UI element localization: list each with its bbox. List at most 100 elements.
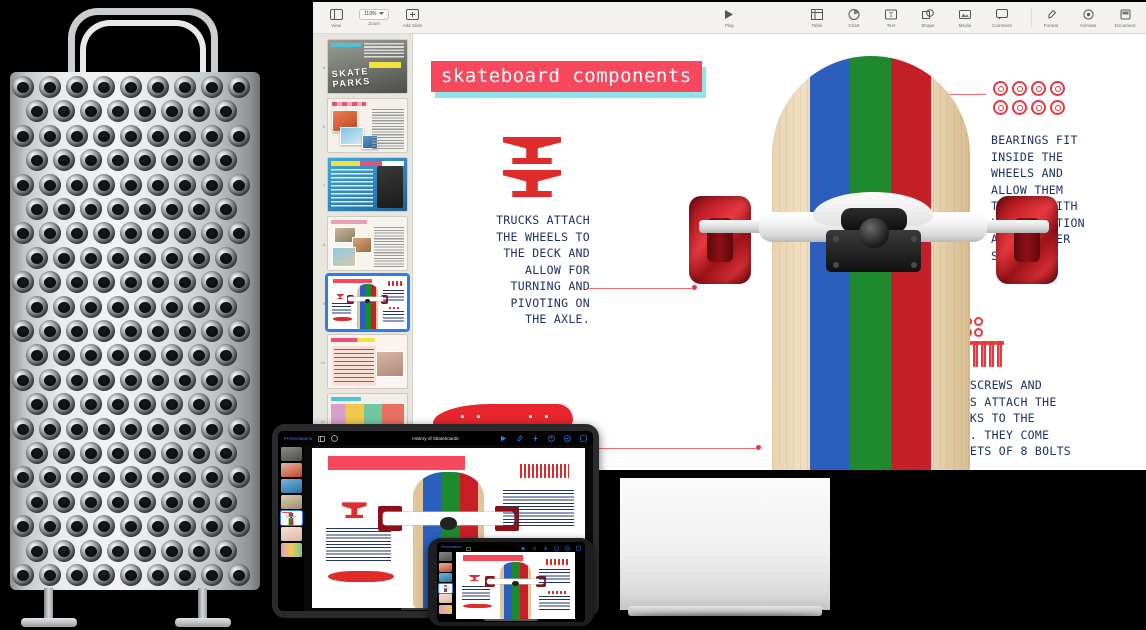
- sidebar-item-slide-5[interactable]: SKATE PARKS: [326, 39, 408, 94]
- ipad-play-icon[interactable]: [500, 431, 507, 447]
- slide-thumbnail-row[interactable]: 6: [319, 98, 408, 153]
- mac-pro-base-right: [175, 618, 231, 627]
- iphone-thumb[interactable]: [439, 604, 452, 614]
- thumb-accent-band: [330, 397, 361, 401]
- ipad-collaborate-icon[interactable]: [548, 431, 555, 447]
- thumb-text-lines: [539, 596, 571, 610]
- ipad-format-brush-icon[interactable]: [516, 431, 523, 447]
- ipad-thumb[interactable]: [280, 463, 302, 477]
- ipad-add-icon[interactable]: [532, 431, 539, 447]
- thumb-text-lines: [333, 349, 374, 383]
- sidebar-item-slide-6[interactable]: [326, 98, 408, 153]
- sidebar-item-slide-9-selected[interactable]: [324, 273, 411, 332]
- callout-trucks: TRUCKS ATTACH THE WHEELS TO THE DECK AND AL…: [496, 213, 590, 326]
- play-button[interactable]: Play: [717, 7, 743, 29]
- add-slide-button[interactable]: Add Slide: [399, 7, 425, 28]
- slide-number: 10: [320, 360, 325, 365]
- view-button[interactable]: View: [323, 7, 349, 28]
- mac-pro-hole: [93, 417, 115, 440]
- slide-thumbnail-row[interactable]: 5 SKATE PARKS: [319, 39, 408, 94]
- slide-thumbnail-row[interactable]: 8: [319, 216, 408, 271]
- shape-button[interactable]: Shape: [915, 7, 941, 28]
- wheel-right: [996, 196, 1058, 284]
- sidebar-item-slide-7[interactable]: [326, 157, 408, 212]
- mac-pro-hole: [147, 222, 169, 245]
- animate-button[interactable]: Animate: [1075, 7, 1101, 28]
- mac-pro-hole: [228, 466, 250, 489]
- mac-pro-hole: [79, 490, 102, 513]
- sidebar-item-slide-10[interactable]: [326, 334, 408, 389]
- ipad-thumb[interactable]: [280, 527, 302, 541]
- table-button[interactable]: Table: [804, 7, 830, 28]
- ipad-slide-navigator[interactable]: [278, 445, 304, 611]
- sidebar-item-slide-8[interactable]: [326, 216, 408, 271]
- iphone-back-button[interactable]: Presentations: [441, 545, 462, 549]
- ipad-view-icon[interactable]: [318, 431, 326, 447]
- ipad-thumb[interactable]: [280, 543, 302, 557]
- mac-pro-hole: [120, 417, 142, 440]
- ipad-more-icon[interactable]: [564, 431, 571, 447]
- slide-navigator[interactable]: 5 SKATE PARKS 6 7 8 9 10 11: [313, 34, 413, 470]
- thumb-truck-icon: [342, 502, 367, 519]
- ipad-thumb-selected[interactable]: [279, 510, 303, 526]
- ipad-thumb[interactable]: [280, 447, 302, 461]
- mac-pro-hole: [12, 466, 34, 489]
- slide-thumbnail-row[interactable]: 9: [319, 273, 411, 332]
- mac-pro-hole: [93, 76, 115, 98]
- iphone-device: Presentations: [428, 538, 594, 626]
- thumb-text-lines: [461, 585, 491, 601]
- ipad-back-button[interactable]: Presentations: [284, 436, 312, 441]
- comment-button[interactable]: Comment: [989, 7, 1015, 28]
- mac-pro-hole: [160, 198, 183, 220]
- slide-title[interactable]: skateboard components: [431, 61, 702, 92]
- mac-pro-hole: [66, 222, 88, 245]
- mac-pro-hole: [93, 564, 115, 586]
- nut: [974, 317, 983, 326]
- iphone-slide-navigator[interactable]: [437, 551, 454, 622]
- mac-pro-hole: [93, 173, 115, 196]
- screw: [987, 341, 996, 367]
- thumb-text-lines: [330, 169, 373, 209]
- play-label: Play: [725, 23, 734, 29]
- iphone-thumb-selected[interactable]: [438, 582, 453, 594]
- bearings-graphic: [993, 81, 1065, 115]
- zoom-control[interactable]: 119% Zoom: [359, 8, 390, 26]
- ipad-document-icon[interactable]: [580, 431, 587, 447]
- chart-button[interactable]: Chart: [841, 7, 867, 28]
- slide-canvas[interactable]: skateboard components TRUCKS ATTACH THE W…: [413, 34, 1146, 470]
- mac-pro-hole: [93, 368, 115, 391]
- slide-thumbnail-row[interactable]: 10: [319, 334, 408, 389]
- thumb-text-lines: [374, 227, 404, 267]
- mac-pro-hole: [39, 466, 61, 489]
- chevron-down-icon: [379, 11, 385, 17]
- mac-pro-hole: [106, 246, 129, 269]
- slide-thumbnail-row[interactable]: 7: [319, 157, 408, 212]
- mac-pro-hole: [120, 124, 142, 147]
- ipad-thumb[interactable]: [280, 479, 302, 493]
- document-button[interactable]: Document: [1112, 7, 1138, 28]
- mac-pro-hole: [106, 198, 129, 220]
- media-button[interactable]: Media: [952, 7, 978, 28]
- iphone-thumb[interactable]: [439, 552, 452, 561]
- iphone-canvas[interactable]: [454, 551, 585, 622]
- iphone-thumb[interactable]: [439, 594, 452, 603]
- mac-pro-hole: [201, 173, 223, 196]
- mac-pro-hole: [133, 344, 156, 367]
- mac-pro-hole: [25, 393, 48, 416]
- ipad-thumb[interactable]: [280, 495, 302, 509]
- ipad-zoom-icon[interactable]: [331, 431, 338, 447]
- mac-pro-hole: [228, 76, 250, 98]
- slide-number: 7: [322, 183, 325, 188]
- mac-pro-hole: [228, 320, 250, 342]
- iphone-thumb[interactable]: [439, 573, 452, 582]
- iphone-thumb[interactable]: [439, 562, 452, 572]
- mac-pro-hole: [25, 490, 48, 513]
- format-button[interactable]: Format: [1038, 7, 1064, 28]
- mac-pro-hole: [120, 222, 142, 245]
- zoom-value-box[interactable]: 119%: [359, 8, 390, 20]
- text-button[interactable]: T Text: [878, 7, 904, 28]
- iphone-home-indicator: [484, 619, 538, 621]
- iphone-screen[interactable]: Presentations: [437, 542, 585, 622]
- mac-pro-hole: [214, 442, 237, 464]
- leader-dot-trucks: [692, 285, 697, 290]
